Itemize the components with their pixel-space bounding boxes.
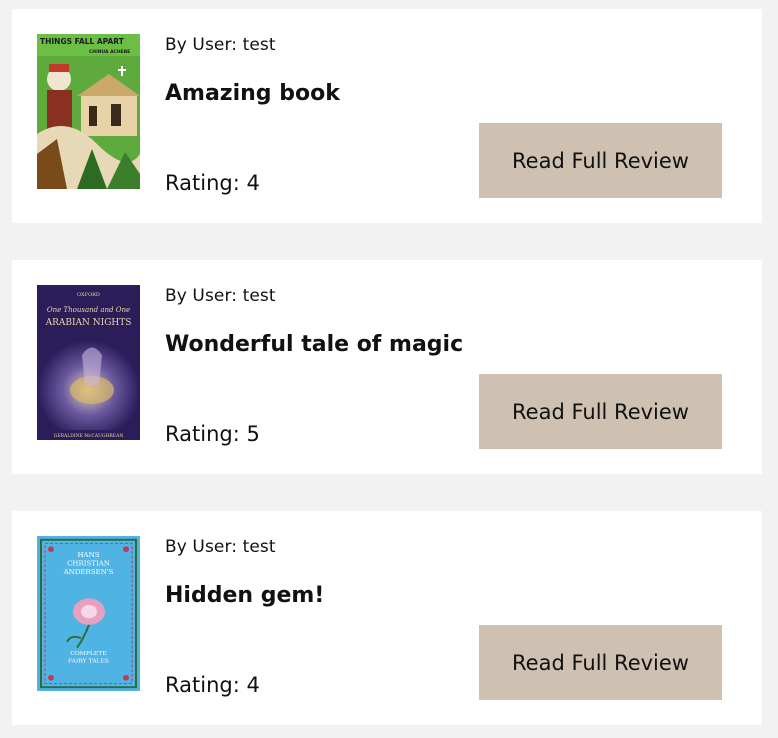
svg-text:THINGS FALL APART: THINGS FALL APART — [40, 37, 125, 46]
review-rating: Rating: 5 — [165, 422, 260, 446]
review-title: Wonderful tale of magic — [165, 332, 464, 357]
book-cover-image: HANS CHRISTIAN ANDERSEN'S COMPLETE FAIRY… — [37, 536, 140, 691]
read-full-review-button[interactable]: Read Full Review — [479, 123, 722, 198]
review-card: HANS CHRISTIAN ANDERSEN'S COMPLETE FAIRY… — [12, 511, 762, 725]
cover-things-fall-apart: THINGS FALL APART CHINUA ACHEBE — [37, 34, 140, 189]
review-title: Hidden gem! — [165, 583, 325, 608]
svg-text:ARABIAN NIGHTS: ARABIAN NIGHTS — [45, 318, 132, 328]
cover-andersen-fairy-tales: HANS CHRISTIAN ANDERSEN'S COMPLETE FAIRY… — [37, 536, 140, 691]
review-title: Amazing book — [165, 81, 340, 106]
svg-text:CHRISTIAN: CHRISTIAN — [67, 559, 110, 567]
svg-text:COMPLETE: COMPLETE — [70, 651, 106, 657]
svg-text:GERALDINE McCAUGHREAN: GERALDINE McCAUGHREAN — [54, 433, 124, 439]
review-author: By User: test — [165, 286, 276, 306]
review-author: By User: test — [165, 537, 276, 557]
svg-text:CHINUA ACHEBE: CHINUA ACHEBE — [89, 49, 130, 55]
review-list: THINGS FALL APART CHINUA ACHEBE By User:… — [0, 0, 778, 738]
review-card: OXFORD One Thousand and One ARABIAN NIGH… — [12, 260, 762, 474]
review-author: By User: test — [165, 35, 276, 55]
cover-arabian-nights: OXFORD One Thousand and One ARABIAN NIGH… — [37, 285, 140, 440]
review-rating: Rating: 4 — [165, 673, 260, 697]
review-card: THINGS FALL APART CHINUA ACHEBE By User:… — [12, 9, 762, 223]
book-cover-image: OXFORD One Thousand and One ARABIAN NIGH… — [37, 285, 140, 440]
review-rating: Rating: 4 — [165, 171, 260, 195]
read-full-review-button[interactable]: Read Full Review — [479, 625, 722, 700]
svg-text:ANDERSEN'S: ANDERSEN'S — [63, 568, 114, 576]
read-full-review-button[interactable]: Read Full Review — [479, 374, 722, 449]
svg-text:HANS: HANS — [77, 551, 99, 559]
svg-text:OXFORD: OXFORD — [77, 292, 100, 298]
book-cover-image: THINGS FALL APART CHINUA ACHEBE — [37, 34, 140, 189]
svg-text:One Thousand and One: One Thousand and One — [47, 306, 130, 314]
svg-text:FAIRY TALES: FAIRY TALES — [68, 659, 109, 665]
